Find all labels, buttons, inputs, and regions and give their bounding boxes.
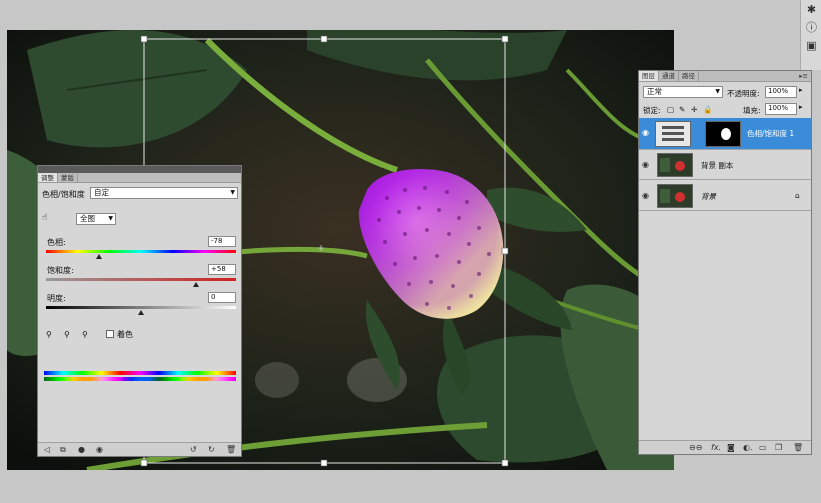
lock-pixels-icon[interactable]: ✎ xyxy=(679,105,685,114)
mask-thumbnail[interactable] xyxy=(705,121,741,147)
layers-panel: 图层 通道 路径 ▸≡ 正常 ▼ 不透明度: 100% ▸ 锁定: ▢ ✎ ✛ … xyxy=(638,70,812,455)
colorize-checkbox[interactable] xyxy=(106,330,114,338)
opacity-label: 不透明度: xyxy=(727,89,760,98)
eye-icon[interactable]: ◉ xyxy=(642,191,651,200)
adjustment-title: 色相/饱和度 xyxy=(42,190,85,199)
layer-row-background-copy[interactable]: ◉ 背景 副本 xyxy=(639,150,811,180)
hue-label: 色相: xyxy=(47,238,66,247)
output-color-ramp xyxy=(44,377,236,381)
chevron-down-icon: ▼ xyxy=(230,189,235,196)
eyedropper-plus-icon[interactable]: ⚲ xyxy=(64,330,70,339)
layer-thumbnail[interactable] xyxy=(657,153,693,177)
chevron-right-icon[interactable]: ▸ xyxy=(799,103,803,111)
fill-input[interactable]: 100% xyxy=(765,103,797,115)
layer-thumbnail[interactable] xyxy=(657,184,693,208)
star-icon[interactable]: ✱ xyxy=(801,0,821,18)
lock-icon: ⌂ xyxy=(795,191,800,200)
eye-icon[interactable]: ◉ xyxy=(96,445,103,454)
eyedropper-icon[interactable]: ⚲ xyxy=(46,330,52,339)
tab-masks[interactable]: 蒙版 xyxy=(58,173,78,182)
reset-icon[interactable]: ↻ xyxy=(208,445,215,454)
lock-position-icon[interactable]: ✛ xyxy=(691,105,697,114)
layer-name[interactable]: 背景 xyxy=(701,191,716,202)
clip-layer-icon[interactable]: ● xyxy=(78,445,85,454)
lock-transparency-icon[interactable]: ▢ xyxy=(667,105,674,114)
channel-dropdown[interactable]: 全图 ▼ xyxy=(76,213,116,225)
lock-icon[interactable]: 🔒 xyxy=(703,105,712,114)
layer-name[interactable]: 背景 副本 xyxy=(701,160,733,171)
preset-value: 自定 xyxy=(94,188,109,197)
opacity-input[interactable]: 100% xyxy=(765,86,797,98)
lightness-slider-track[interactable] xyxy=(46,306,236,309)
lock-label: 锁定: xyxy=(643,106,661,115)
expand-view-icon[interactable]: ⧉ xyxy=(60,445,66,455)
saturation-slider-track[interactable] xyxy=(46,278,236,281)
eye-icon[interactable]: ◉ xyxy=(642,128,651,137)
lightness-label: 明度: xyxy=(47,294,66,303)
tab-layers[interactable]: 图层 xyxy=(639,71,659,81)
eye-icon[interactable]: ◉ xyxy=(642,160,651,169)
tab-channels[interactable]: 通道 xyxy=(659,71,679,81)
preset-dropdown[interactable]: 自定 ▼ xyxy=(90,187,238,199)
image-icon[interactable]: ▣ xyxy=(801,36,821,54)
trash-icon[interactable]: 🗑 xyxy=(793,443,803,452)
panel-titlebar[interactable] xyxy=(38,166,241,173)
tab-paths[interactable]: 路径 xyxy=(679,71,699,81)
colorize-label: 着色 xyxy=(117,330,133,339)
fx-icon[interactable]: fx. xyxy=(711,443,721,452)
layer-row-hue-saturation[interactable]: ◉ 色相/饱和度 1 xyxy=(639,118,811,150)
chevron-right-icon[interactable]: ▸ xyxy=(799,86,803,94)
group-icon[interactable]: ▭ xyxy=(759,443,767,452)
trash-icon[interactable]: 🗑 xyxy=(226,445,236,454)
adjustments-footer: ◁ ⧉ ● ◉ ↺ ↻ 🗑 xyxy=(38,442,241,456)
hand-adjust-icon[interactable]: ☝ xyxy=(42,213,47,223)
previous-state-icon[interactable]: ↺ xyxy=(190,445,197,454)
adjustment-thumbnail[interactable] xyxy=(655,121,691,147)
chevron-down-icon: ▼ xyxy=(108,215,113,222)
blend-mode-dropdown[interactable]: 正常 ▼ xyxy=(643,86,723,98)
panel-icon-strip: ✱ ⓘ ▣ xyxy=(800,0,821,70)
hue-slider-thumb[interactable] xyxy=(96,254,103,259)
back-arrow-icon[interactable]: ◁ xyxy=(44,445,50,454)
fill-label: 填充: xyxy=(743,106,761,115)
adjustment-layer-icon[interactable]: ◐. xyxy=(743,443,753,452)
layer-name[interactable]: 色相/饱和度 1 xyxy=(747,128,794,139)
info-icon[interactable]: ⓘ xyxy=(801,18,821,36)
link-layers-icon[interactable]: ⊖⊖ xyxy=(689,443,702,452)
blend-mode-value: 正常 xyxy=(647,87,662,96)
eyedropper-minus-icon[interactable]: ⚲ xyxy=(82,330,88,339)
tab-adjustments[interactable]: 调整 xyxy=(38,173,58,182)
channel-value: 全图 xyxy=(80,214,95,223)
add-mask-icon[interactable]: ◙ xyxy=(727,443,735,452)
hue-input[interactable]: -78 xyxy=(208,236,236,247)
panel-menu-icon[interactable]: ▸≡ xyxy=(796,71,811,81)
input-color-ramp xyxy=(44,371,236,375)
saturation-label: 饱和度: xyxy=(47,266,74,275)
chevron-down-icon: ▼ xyxy=(715,88,720,95)
hue-slider-track[interactable] xyxy=(46,250,236,253)
lightness-input[interactable]: 0 xyxy=(208,292,236,303)
adjustments-panel: 调整 蒙版 色相/饱和度 自定 ▼ ☝ 全图 ▼ 色相: -78 饱和度: +5… xyxy=(37,165,242,457)
layer-row-background[interactable]: ◉ 背景 ⌂ xyxy=(639,181,811,211)
saturation-slider-thumb[interactable] xyxy=(193,282,200,287)
layers-footer: ⊖⊖ fx. ◙ ◐. ▭ ❐ 🗑 xyxy=(639,440,811,454)
new-layer-icon[interactable]: ❐ xyxy=(775,443,782,452)
lightness-slider-thumb[interactable] xyxy=(138,310,144,315)
saturation-input[interactable]: +58 xyxy=(208,264,236,275)
